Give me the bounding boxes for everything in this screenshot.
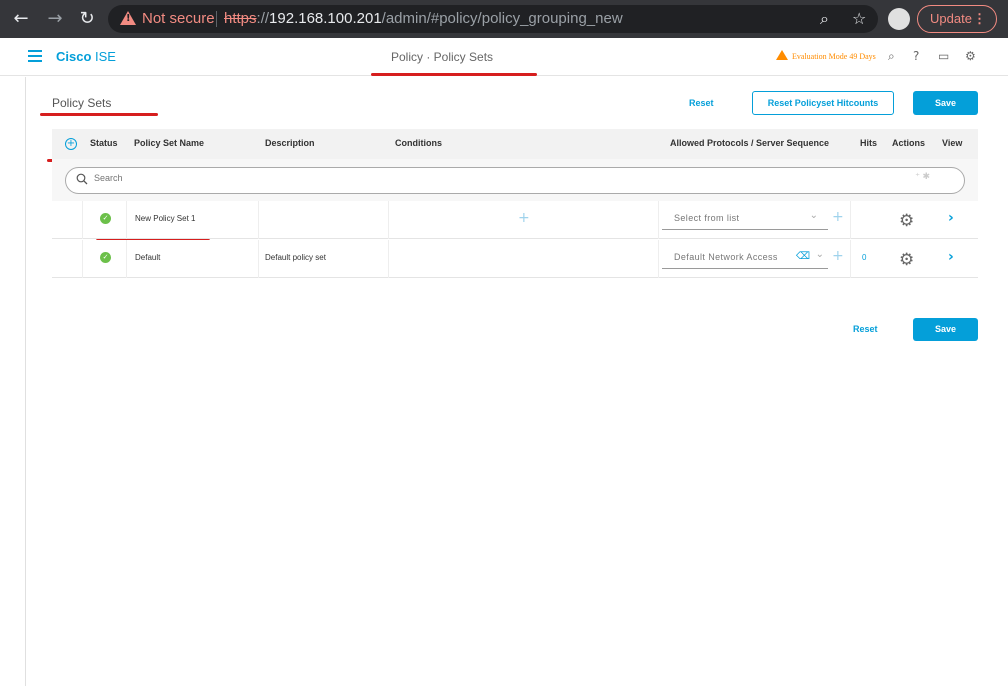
- brand[interactable]: Cisco ISE: [56, 49, 116, 64]
- column-header: Conditions: [395, 138, 442, 148]
- profile-icon[interactable]: [888, 8, 910, 30]
- add-condition-icon[interactable]: +: [518, 210, 530, 226]
- column-header: Description: [265, 138, 315, 148]
- column-header: Actions: [892, 138, 926, 148]
- divider: [850, 201, 851, 239]
- policy-set-name[interactable]: New Policy Set 1: [135, 214, 195, 223]
- url-scheme: https: [224, 10, 257, 27]
- brand-bold: Cisco: [56, 49, 92, 64]
- divider: [658, 240, 659, 278]
- divider: [216, 11, 217, 27]
- search-input[interactable]: [94, 173, 874, 183]
- divider: [82, 240, 83, 278]
- check-icon: ✓: [100, 252, 111, 263]
- reset-hitcounts-button[interactable]: Reset Policyset Hitcounts: [752, 91, 894, 115]
- monitor-icon[interactable]: ▭: [938, 49, 949, 63]
- forward-icon[interactable]: →: [44, 8, 66, 30]
- search-icon[interactable]: ⌕: [888, 49, 895, 64]
- not-secure-label[interactable]: Not secure: [142, 10, 215, 27]
- page-title: Policy Sets: [52, 96, 112, 110]
- menu-icon: ⋮: [973, 11, 986, 26]
- reset-button-bottom[interactable]: Reset: [853, 324, 878, 334]
- column-header: Allowed Protocols / Server Sequence: [670, 138, 830, 148]
- help-icon[interactable]: ?: [913, 49, 919, 63]
- select-value: Default Network Access: [674, 252, 778, 262]
- divider: [258, 201, 259, 239]
- chevron-down-icon: ⌄: [815, 249, 824, 260]
- chevron-right-icon[interactable]: ›: [948, 210, 954, 226]
- search-icon: [76, 173, 88, 185]
- zoom-icon[interactable]: ⌕: [820, 9, 829, 29]
- divider: [388, 201, 389, 239]
- table-header: Status Policy Set Name Description Condi…: [52, 129, 978, 159]
- search-hint: ⁺ ✱: [915, 171, 930, 181]
- save-button-bottom[interactable]: Save: [913, 318, 978, 341]
- evaluation-text: Evaluation Mode 49 Days: [792, 52, 876, 61]
- select-value: Select from list: [674, 213, 740, 223]
- save-button[interactable]: Save: [913, 91, 978, 115]
- url-path: /admin/#policy/policy_grouping_new: [381, 10, 623, 27]
- left-panel: [0, 77, 26, 686]
- chevron-down-icon: ⌄: [809, 210, 818, 221]
- column-header: View: [942, 138, 963, 148]
- star-icon[interactable]: ☆: [852, 9, 866, 28]
- policy-set-description[interactable]: Default policy set: [265, 253, 326, 262]
- address-bar[interactable]: Not secure https://192.168.100.201/admin…: [108, 5, 878, 33]
- warning-icon: [776, 50, 788, 60]
- column-header: Hits: [860, 138, 878, 148]
- url-host: 192.168.100.201: [269, 10, 382, 27]
- back-icon[interactable]: ←: [10, 8, 32, 30]
- divider: [258, 240, 259, 278]
- search-box[interactable]: ⁺ ✱: [65, 167, 965, 194]
- warning-icon: [120, 11, 136, 25]
- gear-icon[interactable]: ⚙: [899, 211, 914, 231]
- add-icon[interactable]: +: [832, 209, 844, 225]
- gear-icon[interactable]: ⚙: [965, 49, 976, 63]
- gear-icon[interactable]: ⚙: [899, 250, 914, 270]
- divider: [126, 240, 127, 278]
- divider: [850, 240, 851, 278]
- divider: [658, 201, 659, 239]
- annotation-underline: [371, 73, 537, 76]
- reload-icon[interactable]: ↻: [76, 8, 98, 30]
- hamburger-icon[interactable]: [28, 50, 42, 62]
- brand-rest: ISE: [91, 49, 116, 64]
- table-row[interactable]: ✓ New Policy Set 1 + Select from list ⌄ …: [52, 201, 978, 239]
- browser-window: ← → ↻ Not secure https://192.168.100.201…: [0, 0, 1008, 686]
- url-separator: ://: [256, 10, 270, 27]
- check-icon: ✓: [100, 213, 111, 224]
- evaluation-notice[interactable]: Evaluation Mode 49 Days: [776, 50, 876, 61]
- reset-button[interactable]: Reset: [689, 98, 714, 108]
- page-heading: Policy · Policy Sets: [391, 50, 494, 64]
- browser-toolbar: ← → ↻ Not secure https://192.168.100.201…: [0, 0, 1008, 38]
- allowed-protocols-select[interactable]: Select from list ⌄: [662, 210, 828, 230]
- chevron-right-icon[interactable]: ›: [948, 249, 954, 265]
- app-area: Cisco ISE Policy · Policy Sets Evaluatio…: [0, 38, 1008, 686]
- update-button[interactable]: Update ⋮: [917, 5, 997, 33]
- column-header: Status: [90, 138, 118, 148]
- add-icon[interactable]: +: [832, 248, 844, 264]
- clear-icon[interactable]: ⌫: [796, 251, 810, 262]
- column-header: Policy Set Name: [134, 138, 205, 148]
- add-icon[interactable]: +: [65, 138, 77, 150]
- url-text[interactable]: https://192.168.100.201/admin/#policy/po…: [224, 10, 623, 27]
- allowed-protocols-select[interactable]: Default Network Access ⌫ ⌄: [662, 249, 828, 269]
- update-label: Update: [930, 11, 972, 26]
- hits-value[interactable]: 0: [862, 253, 866, 262]
- app-header: Cisco ISE Policy · Policy Sets Evaluatio…: [0, 38, 1008, 76]
- annotation-underline: [40, 113, 158, 116]
- policy-set-name[interactable]: Default: [135, 253, 160, 262]
- divider: [126, 201, 127, 239]
- table-row[interactable]: ✓ Default Default policy set Default Net…: [52, 240, 978, 278]
- divider: [82, 201, 83, 239]
- divider: [388, 240, 389, 278]
